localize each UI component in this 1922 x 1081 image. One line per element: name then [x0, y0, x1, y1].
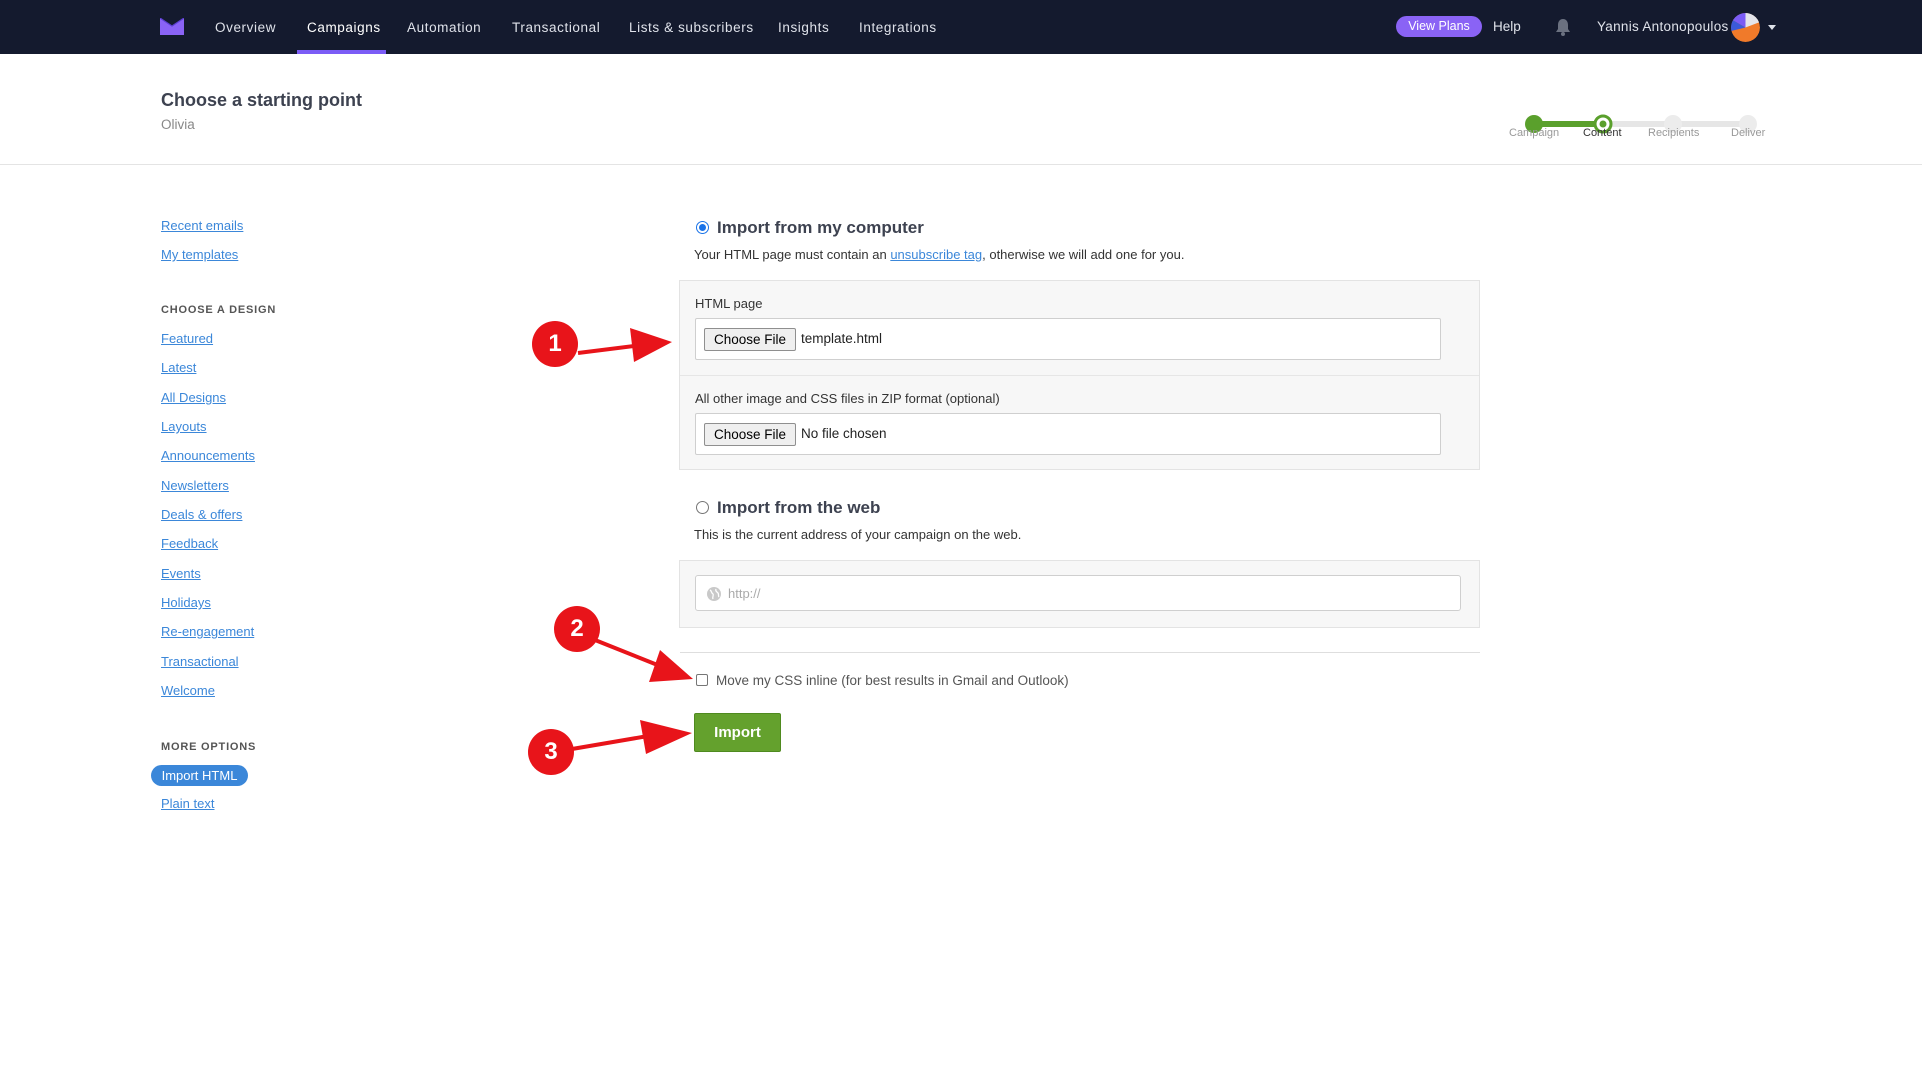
annotation-marker-2: 2: [554, 606, 600, 652]
sidebar-item-re-engagement[interactable]: Re-engagement: [161, 624, 254, 639]
sidebar-item-recent-emails[interactable]: Recent emails: [161, 218, 243, 233]
sidebar-heading-more-options: MORE OPTIONS: [161, 741, 257, 753]
sidebar-heading-design: CHOOSE A DESIGN: [161, 304, 277, 316]
sidebar-item-import-html[interactable]: Import HTML: [151, 765, 248, 786]
sidebar-item-holidays[interactable]: Holidays: [161, 595, 211, 610]
mailjet-logo-icon[interactable]: [160, 18, 184, 35]
panel-divider: [680, 375, 1479, 376]
sidebar-item-newsletters[interactable]: Newsletters: [161, 478, 229, 493]
inline-css-checkbox[interactable]: [696, 674, 708, 686]
sidebar-item-plain-text[interactable]: Plain text: [161, 796, 214, 811]
options-divider: [680, 652, 1480, 653]
import-computer-panel: HTML page Choose File template.html All …: [679, 280, 1480, 470]
annotation-arrow-2: [594, 638, 693, 682]
campaign-name: Olivia: [161, 117, 195, 132]
html-page-label: HTML page: [695, 296, 763, 311]
sidebar-item-all-designs[interactable]: All Designs: [161, 390, 226, 405]
step-label-content: Content: [1583, 127, 1622, 139]
unsubscribe-tag-link[interactable]: unsubscribe tag: [890, 247, 982, 262]
nav-transactional[interactable]: Transactional: [512, 0, 600, 54]
nav-insights[interactable]: Insights: [778, 0, 829, 54]
annotation-arrow-1: [577, 328, 672, 362]
html-file-input[interactable]: Choose File template.html: [695, 318, 1441, 360]
import-computer-radio[interactable]: [696, 221, 709, 234]
user-name[interactable]: Yannis Antonopoulos: [1597, 19, 1729, 34]
step-progress-bar: [1525, 114, 1757, 134]
nav-integrations[interactable]: Integrations: [859, 0, 937, 54]
help-link[interactable]: Help: [1493, 19, 1521, 34]
sidebar-item-events[interactable]: Events: [161, 566, 201, 581]
import-web-title: Import from the web: [717, 498, 881, 517]
annotation-marker-1: 1: [532, 321, 578, 367]
globe-icon: [707, 587, 721, 601]
zip-file-name: No file chosen: [801, 426, 887, 441]
nav-lists-subscribers[interactable]: Lists & subscribers: [629, 0, 754, 54]
step-label-recipients: Recipients: [1648, 127, 1700, 139]
annotation-arrow-3: [571, 720, 692, 754]
import-computer-title: Import from my computer: [717, 218, 924, 237]
notification-bell-icon[interactable]: [1555, 18, 1571, 36]
zip-files-label: All other image and CSS files in ZIP for…: [695, 391, 1000, 406]
html-file-name: template.html: [801, 331, 883, 346]
url-input[interactable]: http://: [695, 575, 1461, 611]
step-label-campaign: Campaign: [1509, 127, 1560, 139]
sidebar-item-transactional[interactable]: Transactional: [161, 654, 239, 669]
sidebar-item-welcome[interactable]: Welcome: [161, 683, 215, 698]
step-label-deliver: Deliver: [1731, 127, 1766, 139]
page-header: Choose a starting point Olivia Campaign …: [0, 54, 1922, 165]
sidebar-item-deals-offers[interactable]: Deals & offers: [161, 507, 242, 522]
zip-choose-file-button[interactable]: Choose File: [704, 423, 796, 446]
sidebar-item-layouts[interactable]: Layouts: [161, 419, 207, 434]
url-placeholder: http://: [728, 586, 761, 601]
sidebar-item-feedback[interactable]: Feedback: [161, 536, 218, 551]
chevron-down-icon[interactable]: [1768, 25, 1776, 30]
inline-css-label[interactable]: Move my CSS inline (for best results in …: [716, 673, 1069, 688]
import-button[interactable]: Import: [694, 713, 781, 752]
page-title: Choose a starting point: [161, 90, 363, 110]
sidebar-item-my-templates[interactable]: My templates: [161, 247, 238, 262]
import-web-help: This is the current address of your camp…: [694, 527, 1022, 542]
nav-automation[interactable]: Automation: [407, 0, 481, 54]
sidebar-item-featured[interactable]: Featured: [161, 331, 213, 346]
html-choose-file-button[interactable]: Choose File: [704, 328, 796, 351]
top-nav: Overview Campaigns Automation Transactio…: [0, 0, 1922, 54]
nav-overview[interactable]: Overview: [215, 0, 276, 54]
annotation-marker-3: 3: [528, 729, 574, 775]
zip-file-input[interactable]: Choose File No file chosen: [695, 413, 1441, 455]
sidebar-item-latest[interactable]: Latest: [161, 360, 196, 375]
view-plans-button[interactable]: View Plans: [1396, 16, 1482, 37]
avatar[interactable]: [1731, 13, 1760, 42]
sidebar-item-announcements[interactable]: Announcements: [161, 448, 255, 463]
nav-campaigns[interactable]: Campaigns: [307, 0, 381, 54]
import-web-radio[interactable]: [696, 501, 709, 514]
import-computer-help: Your HTML page must contain an unsubscri…: [694, 247, 1185, 262]
